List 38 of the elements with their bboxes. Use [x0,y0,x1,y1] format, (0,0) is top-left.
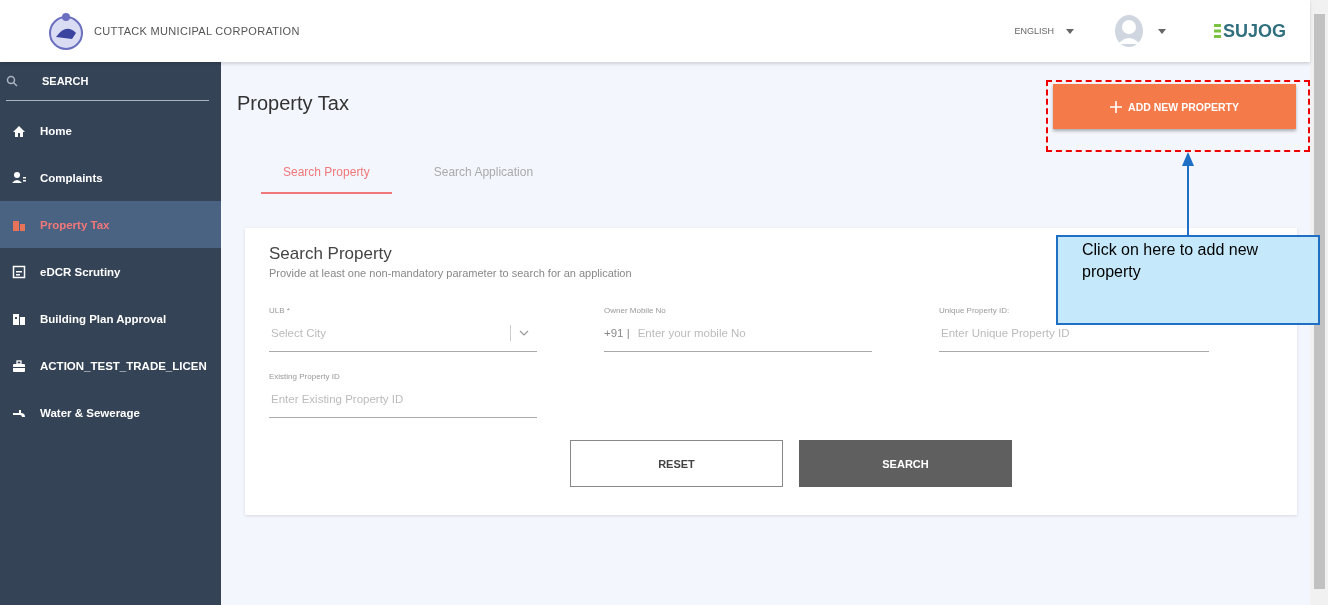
sidebar-search-label[interactable]: SEARCH [42,75,89,87]
field-label: ULB * [269,306,291,315]
input-field[interactable]: Enter Existing Property ID [269,392,537,406]
person-icon [12,170,26,185]
field-label: Unique Property ID: [939,306,1011,315]
home-icon [12,123,26,138]
sidebar-item[interactable]: eDCR Scrutiny [0,248,221,295]
card-title: Search Property [269,244,392,264]
city-select[interactable]: Select City [269,326,510,340]
language-selector[interactable]: ENGLISH [1014,26,1054,36]
buildings-icon [12,311,26,326]
field-label: Existing Property ID [269,372,341,381]
scrollbar-thumb[interactable] [1314,14,1325,589]
sidebar-item[interactable]: ACTION_TEST_TRADE_LICEN [0,342,221,389]
page-title: Property Tax [237,92,349,115]
caret-icon [1065,28,1074,34]
sidebar-item[interactable]: Building Plan Approval [0,295,221,342]
input-field[interactable]: Enter Unique Property ID [939,326,1209,340]
field-label: Owner Mobile No [604,306,667,315]
card-subtitle: Provide at least one non-mandatory parameter to search for an application [269,267,632,279]
briefcase-icon [12,358,26,373]
sidebar-item[interactable]: Complaints [0,154,221,201]
sidebar-item[interactable]: Water & Sewerage [0,389,221,436]
phone-prefix: +91 | [604,327,630,339]
chevron-icon[interactable] [519,330,529,336]
mobile-input-field[interactable]: Enter your mobile No [635,326,872,340]
search-button[interactable]: SEARCH [799,440,1012,487]
brand-logo: SUJOG [1213,20,1286,42]
search-icon[interactable] [6,75,18,87]
organization-name: CUTTACK MUNICIPAL CORPORATION [94,25,300,37]
callout-note: Click on here to add new property [1056,235,1320,325]
reset-button[interactable]: RESET [570,440,783,487]
emblem-logo [46,11,86,51]
caret-icon[interactable] [1157,28,1166,34]
document-icon [12,264,26,279]
plus-icon [1110,100,1123,113]
sidebar-item[interactable]: Home [0,107,221,154]
scrollbar[interactable] [1310,0,1328,605]
